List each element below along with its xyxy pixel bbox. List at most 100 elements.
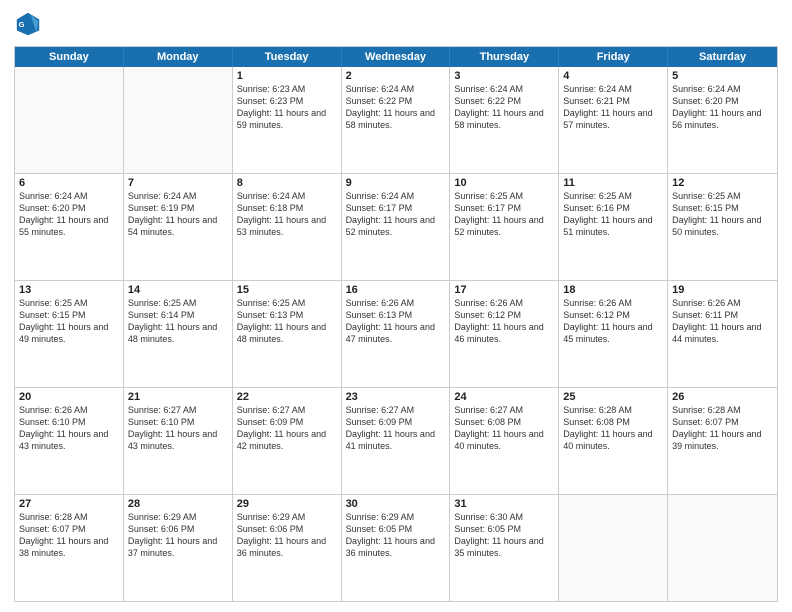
day-number: 6 bbox=[19, 177, 119, 189]
calendar-cell-9: 9Sunrise: 6:24 AMSunset: 6:17 PMDaylight… bbox=[342, 174, 451, 280]
cell-info: Sunrise: 6:28 AMSunset: 6:07 PMDaylight:… bbox=[672, 404, 773, 453]
calendar-cell-1: 1Sunrise: 6:23 AMSunset: 6:23 PMDaylight… bbox=[233, 67, 342, 173]
cell-info: Sunrise: 6:27 AMSunset: 6:10 PMDaylight:… bbox=[128, 404, 228, 453]
cell-info: Sunrise: 6:25 AMSunset: 6:13 PMDaylight:… bbox=[237, 297, 337, 346]
calendar-cell-14: 14Sunrise: 6:25 AMSunset: 6:14 PMDayligh… bbox=[124, 281, 233, 387]
day-number: 28 bbox=[128, 498, 228, 510]
calendar-row-0: 1Sunrise: 6:23 AMSunset: 6:23 PMDaylight… bbox=[15, 67, 777, 173]
calendar-cell-23: 23Sunrise: 6:27 AMSunset: 6:09 PMDayligh… bbox=[342, 388, 451, 494]
day-number: 16 bbox=[346, 284, 446, 296]
calendar-cell-7: 7Sunrise: 6:24 AMSunset: 6:19 PMDaylight… bbox=[124, 174, 233, 280]
cell-info: Sunrise: 6:24 AMSunset: 6:20 PMDaylight:… bbox=[672, 83, 773, 132]
calendar-cell-18: 18Sunrise: 6:26 AMSunset: 6:12 PMDayligh… bbox=[559, 281, 668, 387]
calendar-cell-4: 4Sunrise: 6:24 AMSunset: 6:21 PMDaylight… bbox=[559, 67, 668, 173]
day-number: 12 bbox=[672, 177, 773, 189]
cell-info: Sunrise: 6:28 AMSunset: 6:07 PMDaylight:… bbox=[19, 511, 119, 560]
calendar-row-2: 13Sunrise: 6:25 AMSunset: 6:15 PMDayligh… bbox=[15, 280, 777, 387]
weekday-header-tuesday: Tuesday bbox=[233, 47, 342, 67]
calendar-cell-5: 5Sunrise: 6:24 AMSunset: 6:20 PMDaylight… bbox=[668, 67, 777, 173]
cell-info: Sunrise: 6:27 AMSunset: 6:09 PMDaylight:… bbox=[237, 404, 337, 453]
weekday-header-saturday: Saturday bbox=[668, 47, 777, 67]
cell-info: Sunrise: 6:25 AMSunset: 6:17 PMDaylight:… bbox=[454, 190, 554, 239]
day-number: 15 bbox=[237, 284, 337, 296]
day-number: 27 bbox=[19, 498, 119, 510]
calendar-row-3: 20Sunrise: 6:26 AMSunset: 6:10 PMDayligh… bbox=[15, 387, 777, 494]
cell-info: Sunrise: 6:24 AMSunset: 6:22 PMDaylight:… bbox=[454, 83, 554, 132]
calendar-cell-3: 3Sunrise: 6:24 AMSunset: 6:22 PMDaylight… bbox=[450, 67, 559, 173]
calendar-cell-25: 25Sunrise: 6:28 AMSunset: 6:08 PMDayligh… bbox=[559, 388, 668, 494]
calendar-cell-30: 30Sunrise: 6:29 AMSunset: 6:05 PMDayligh… bbox=[342, 495, 451, 601]
header: G bbox=[14, 10, 778, 38]
calendar-cell-empty bbox=[668, 495, 777, 601]
cell-info: Sunrise: 6:29 AMSunset: 6:06 PMDaylight:… bbox=[128, 511, 228, 560]
calendar-cell-20: 20Sunrise: 6:26 AMSunset: 6:10 PMDayligh… bbox=[15, 388, 124, 494]
weekday-header-thursday: Thursday bbox=[450, 47, 559, 67]
cell-info: Sunrise: 6:24 AMSunset: 6:18 PMDaylight:… bbox=[237, 190, 337, 239]
day-number: 2 bbox=[346, 70, 446, 82]
calendar: SundayMondayTuesdayWednesdayThursdayFrid… bbox=[14, 46, 778, 602]
calendar-cell-17: 17Sunrise: 6:26 AMSunset: 6:12 PMDayligh… bbox=[450, 281, 559, 387]
day-number: 4 bbox=[563, 70, 663, 82]
day-number: 3 bbox=[454, 70, 554, 82]
calendar-cell-empty bbox=[124, 67, 233, 173]
cell-info: Sunrise: 6:27 AMSunset: 6:08 PMDaylight:… bbox=[454, 404, 554, 453]
cell-info: Sunrise: 6:24 AMSunset: 6:19 PMDaylight:… bbox=[128, 190, 228, 239]
cell-info: Sunrise: 6:24 AMSunset: 6:21 PMDaylight:… bbox=[563, 83, 663, 132]
weekday-header-friday: Friday bbox=[559, 47, 668, 67]
calendar-cell-15: 15Sunrise: 6:25 AMSunset: 6:13 PMDayligh… bbox=[233, 281, 342, 387]
calendar-cell-27: 27Sunrise: 6:28 AMSunset: 6:07 PMDayligh… bbox=[15, 495, 124, 601]
page: G SundayMondayTuesdayWednesdayThursdayFr… bbox=[0, 0, 792, 612]
cell-info: Sunrise: 6:26 AMSunset: 6:11 PMDaylight:… bbox=[672, 297, 773, 346]
day-number: 29 bbox=[237, 498, 337, 510]
day-number: 17 bbox=[454, 284, 554, 296]
cell-info: Sunrise: 6:26 AMSunset: 6:12 PMDaylight:… bbox=[563, 297, 663, 346]
cell-info: Sunrise: 6:25 AMSunset: 6:16 PMDaylight:… bbox=[563, 190, 663, 239]
day-number: 7 bbox=[128, 177, 228, 189]
cell-info: Sunrise: 6:25 AMSunset: 6:15 PMDaylight:… bbox=[19, 297, 119, 346]
calendar-cell-12: 12Sunrise: 6:25 AMSunset: 6:15 PMDayligh… bbox=[668, 174, 777, 280]
svg-text:G: G bbox=[19, 20, 25, 29]
calendar-cell-10: 10Sunrise: 6:25 AMSunset: 6:17 PMDayligh… bbox=[450, 174, 559, 280]
cell-info: Sunrise: 6:26 AMSunset: 6:12 PMDaylight:… bbox=[454, 297, 554, 346]
day-number: 18 bbox=[563, 284, 663, 296]
calendar-cell-16: 16Sunrise: 6:26 AMSunset: 6:13 PMDayligh… bbox=[342, 281, 451, 387]
cell-info: Sunrise: 6:28 AMSunset: 6:08 PMDaylight:… bbox=[563, 404, 663, 453]
cell-info: Sunrise: 6:24 AMSunset: 6:22 PMDaylight:… bbox=[346, 83, 446, 132]
day-number: 26 bbox=[672, 391, 773, 403]
cell-info: Sunrise: 6:26 AMSunset: 6:13 PMDaylight:… bbox=[346, 297, 446, 346]
calendar-cell-29: 29Sunrise: 6:29 AMSunset: 6:06 PMDayligh… bbox=[233, 495, 342, 601]
calendar-cell-8: 8Sunrise: 6:24 AMSunset: 6:18 PMDaylight… bbox=[233, 174, 342, 280]
day-number: 30 bbox=[346, 498, 446, 510]
calendar-cell-24: 24Sunrise: 6:27 AMSunset: 6:08 PMDayligh… bbox=[450, 388, 559, 494]
day-number: 19 bbox=[672, 284, 773, 296]
cell-info: Sunrise: 6:24 AMSunset: 6:17 PMDaylight:… bbox=[346, 190, 446, 239]
day-number: 9 bbox=[346, 177, 446, 189]
day-number: 13 bbox=[19, 284, 119, 296]
day-number: 8 bbox=[237, 177, 337, 189]
day-number: 31 bbox=[454, 498, 554, 510]
logo-icon: G bbox=[14, 10, 42, 38]
day-number: 21 bbox=[128, 391, 228, 403]
cell-info: Sunrise: 6:30 AMSunset: 6:05 PMDaylight:… bbox=[454, 511, 554, 560]
day-number: 14 bbox=[128, 284, 228, 296]
day-number: 25 bbox=[563, 391, 663, 403]
day-number: 20 bbox=[19, 391, 119, 403]
weekday-header-monday: Monday bbox=[124, 47, 233, 67]
calendar-cell-13: 13Sunrise: 6:25 AMSunset: 6:15 PMDayligh… bbox=[15, 281, 124, 387]
calendar-cell-empty bbox=[15, 67, 124, 173]
calendar-row-1: 6Sunrise: 6:24 AMSunset: 6:20 PMDaylight… bbox=[15, 173, 777, 280]
calendar-cell-empty bbox=[559, 495, 668, 601]
day-number: 1 bbox=[237, 70, 337, 82]
calendar-row-4: 27Sunrise: 6:28 AMSunset: 6:07 PMDayligh… bbox=[15, 494, 777, 601]
calendar-cell-28: 28Sunrise: 6:29 AMSunset: 6:06 PMDayligh… bbox=[124, 495, 233, 601]
cell-info: Sunrise: 6:25 AMSunset: 6:15 PMDaylight:… bbox=[672, 190, 773, 239]
day-number: 23 bbox=[346, 391, 446, 403]
calendar-cell-19: 19Sunrise: 6:26 AMSunset: 6:11 PMDayligh… bbox=[668, 281, 777, 387]
day-number: 10 bbox=[454, 177, 554, 189]
calendar-cell-26: 26Sunrise: 6:28 AMSunset: 6:07 PMDayligh… bbox=[668, 388, 777, 494]
day-number: 11 bbox=[563, 177, 663, 189]
logo: G bbox=[14, 10, 46, 38]
calendar-cell-21: 21Sunrise: 6:27 AMSunset: 6:10 PMDayligh… bbox=[124, 388, 233, 494]
calendar-header: SundayMondayTuesdayWednesdayThursdayFrid… bbox=[15, 47, 777, 67]
calendar-cell-2: 2Sunrise: 6:24 AMSunset: 6:22 PMDaylight… bbox=[342, 67, 451, 173]
